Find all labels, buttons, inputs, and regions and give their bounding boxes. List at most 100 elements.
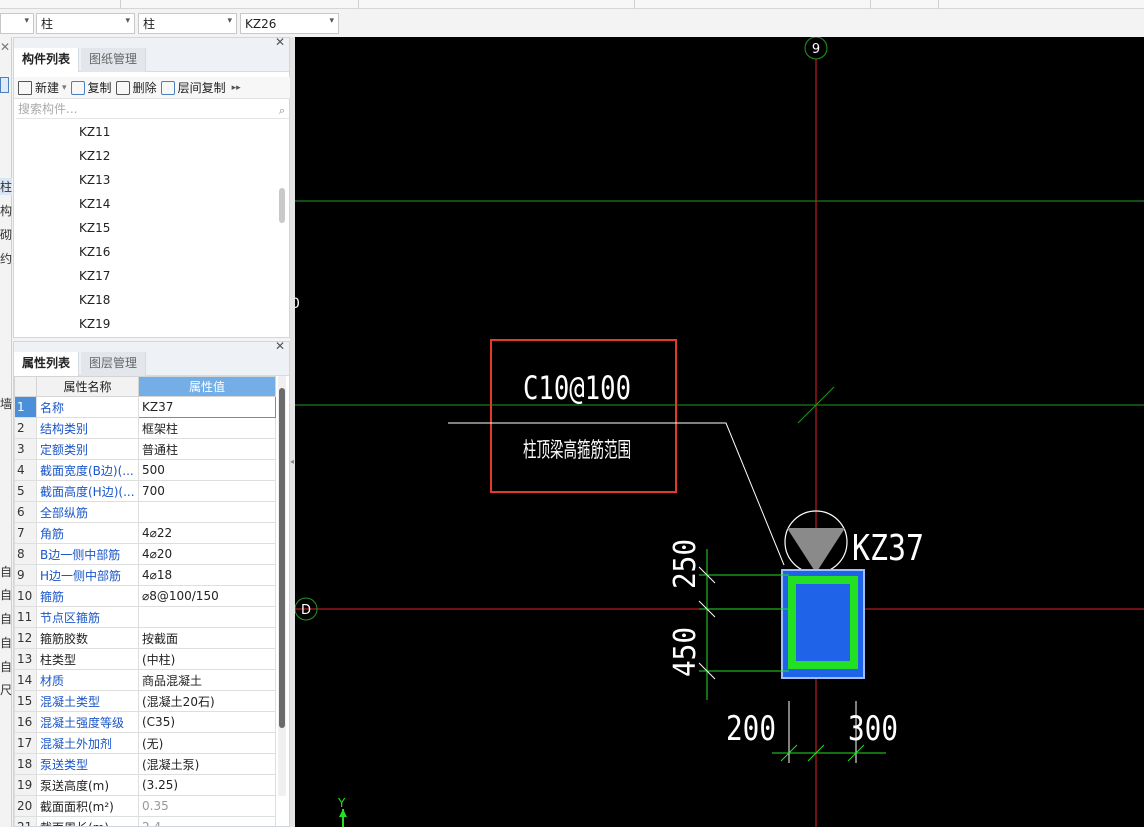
property-value[interactable]: 4⌀18 <box>138 564 276 586</box>
nav-selected-marker[interactable] <box>0 77 9 93</box>
category-dropdown[interactable]: 柱 ▾ <box>36 13 135 34</box>
dim-label-450: 450 <box>668 627 703 677</box>
property-value[interactable]: 按截面 <box>138 627 276 649</box>
copy-button[interactable]: 复制 <box>70 79 112 96</box>
table-row[interactable]: 2 结构类别 框架柱 <box>14 417 276 439</box>
nav-item[interactable]: 自 <box>0 658 12 675</box>
property-value[interactable]: (3.25) <box>138 774 276 796</box>
property-value[interactable]: 框架柱 <box>138 417 276 439</box>
nav-item[interactable]: 自 <box>0 563 12 580</box>
row-index: 14 <box>14 669 37 691</box>
component-list-scrollbar[interactable] <box>279 188 285 223</box>
search-icon[interactable]: ⌕ <box>279 101 285 120</box>
property-value[interactable]: 700 <box>138 480 276 502</box>
property-value[interactable]: KZ37 <box>138 396 276 418</box>
table-row[interactable]: 11 节点区箍筋 <box>14 606 276 628</box>
table-row[interactable]: 5 截面高度(H边)(... 700 <box>14 480 276 502</box>
component-dropdown[interactable]: KZ26 ▾ <box>240 13 339 34</box>
delete-button[interactable]: 删除 <box>115 79 157 96</box>
tab-component-list[interactable]: 构件列表 <box>14 48 80 72</box>
row-index: 2 <box>14 417 37 439</box>
nav-item[interactable]: 自 <box>0 634 12 651</box>
property-value[interactable]: 4⌀20 <box>138 543 276 565</box>
table-row[interactable]: 10 箍筋 ⌀8@100/150 <box>14 585 276 607</box>
property-value[interactable]: 2.4 <box>138 816 276 826</box>
property-value[interactable]: ⌀8@100/150 <box>138 585 276 607</box>
floor-dropdown[interactable]: ▾ <box>0 13 34 34</box>
tab-property-list[interactable]: 属性列表 <box>14 352 80 376</box>
row-index: 3 <box>14 438 37 460</box>
cad-drawing[interactable]: 9 D 0 C10@100 柱顶梁高箍筋范围 KZ37 250 450 200 … <box>295 37 1144 827</box>
list-item[interactable]: KZ13 <box>14 168 279 192</box>
close-icon[interactable]: ✕ <box>0 40 10 54</box>
close-icon[interactable]: ✕ <box>275 35 285 49</box>
new-label: 新建 <box>35 81 60 95</box>
more-icon[interactable]: ▸▸ <box>232 83 241 93</box>
table-row[interactable]: 20 截面面积(m²) 0.35 <box>14 795 276 817</box>
property-value[interactable]: 商品混凝土 <box>138 669 276 691</box>
list-item[interactable]: KZ16 <box>14 240 279 264</box>
nav-item[interactable]: 自 <box>0 586 12 603</box>
property-scrollbar[interactable] <box>278 376 286 796</box>
property-value[interactable]: (C35) <box>138 711 276 733</box>
selector-row: ▾ 柱 ▾ 柱 ▾ KZ26 ▾ <box>0 10 1144 37</box>
table-row[interactable]: 1 名称 KZ37 <box>14 396 276 418</box>
tab-drawing-management[interactable]: 图纸管理 <box>81 48 147 72</box>
table-row[interactable]: 19 泵送高度(m) (3.25) <box>14 774 276 796</box>
property-value[interactable]: (混凝土20石) <box>138 690 276 712</box>
property-value[interactable]: 4⌀22 <box>138 522 276 544</box>
nav-item-column[interactable]: 柱 <box>0 178 13 195</box>
table-row[interactable]: 16 混凝土强度等级 (C35) <box>14 711 276 733</box>
tab-layer-management[interactable]: 图层管理 <box>81 352 147 376</box>
scrollbar-thumb[interactable] <box>279 388 285 728</box>
table-row[interactable]: 13 柱类型 (中柱) <box>14 648 276 670</box>
component-search-input[interactable]: 搜索构件... ⌕ <box>16 100 289 119</box>
row-index: 9 <box>14 564 37 586</box>
column-marker-triangle <box>787 528 845 573</box>
table-row[interactable]: 7 角筋 4⌀22 <box>14 522 276 544</box>
table-row[interactable]: 18 泵送类型 (混凝土泵) <box>14 753 276 775</box>
list-item[interactable]: KZ12 <box>14 144 279 168</box>
property-value[interactable]: 500 <box>138 459 276 481</box>
table-row[interactable]: 14 材质 商品混凝土 <box>14 669 276 691</box>
property-value[interactable]: 普通柱 <box>138 438 276 460</box>
nav-item[interactable]: 自 <box>0 610 12 627</box>
nav-item[interactable]: 墙 <box>0 395 12 412</box>
property-value[interactable]: (无) <box>138 732 276 754</box>
new-button[interactable]: 新建 ▾ <box>18 79 67 96</box>
floor-copy-icon <box>160 80 175 95</box>
table-row[interactable]: 9 H边一侧中部筋 4⌀18 <box>14 564 276 586</box>
list-item[interactable]: KZ14 <box>14 192 279 216</box>
ribbon-separator <box>120 0 121 9</box>
property-value[interactable] <box>138 501 276 523</box>
table-row[interactable]: 17 混凝土外加剂 (无) <box>14 732 276 754</box>
cad-canvas[interactable]: 9 D 0 C10@100 柱顶梁高箍筋范围 KZ37 250 450 200 … <box>295 37 1144 827</box>
table-row[interactable]: 3 定额类别 普通柱 <box>14 438 276 460</box>
collapse-icon[interactable]: ◂ <box>290 457 294 466</box>
floor-copy-button[interactable]: 层间复制 <box>160 79 226 96</box>
property-name: 混凝土强度等级 <box>36 711 139 733</box>
list-item[interactable]: KZ18 <box>14 288 279 312</box>
nav-item[interactable]: 砌 <box>0 226 12 243</box>
table-row[interactable]: 15 混凝土类型 (混凝土20石) <box>14 690 276 712</box>
table-row[interactable]: 8 B边一侧中部筋 4⌀20 <box>14 543 276 565</box>
type-dropdown[interactable]: 柱 ▾ <box>138 13 237 34</box>
list-item[interactable]: KZ15 <box>14 216 279 240</box>
annotation-box[interactable] <box>490 339 677 493</box>
stirrup-annotation: C10@100 <box>523 369 631 407</box>
property-value[interactable]: 0.35 <box>138 795 276 817</box>
list-item[interactable]: KZ19 <box>14 312 279 336</box>
list-item[interactable]: KZ17 <box>14 264 279 288</box>
property-value[interactable] <box>138 606 276 628</box>
table-row[interactable]: 4 截面宽度(B边)(... 500 <box>14 459 276 481</box>
nav-item[interactable]: 构 <box>0 202 12 219</box>
list-item[interactable]: KZ11 <box>14 120 279 144</box>
table-row[interactable]: 12 箍筋胶数 按截面 <box>14 627 276 649</box>
nav-item[interactable]: 尺 <box>0 681 12 698</box>
nav-item[interactable]: 约 <box>0 250 12 267</box>
table-row[interactable]: 21截面周长(m)2.4 <box>14 816 276 826</box>
property-value[interactable]: (中柱) <box>138 648 276 670</box>
ribbon-bar <box>0 0 1144 9</box>
table-row[interactable]: 6 全部纵筋 <box>14 501 276 523</box>
property-value[interactable]: (混凝土泵) <box>138 753 276 775</box>
